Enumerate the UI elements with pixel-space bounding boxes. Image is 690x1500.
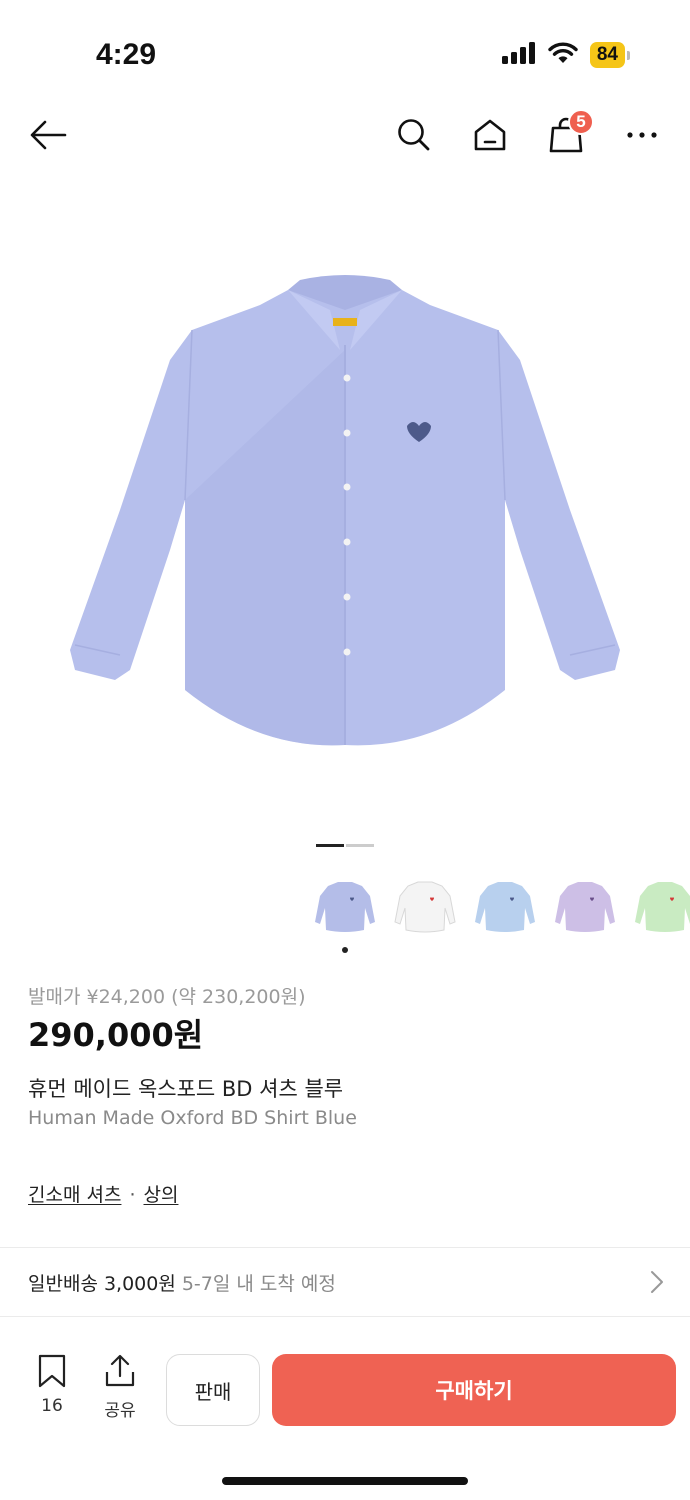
share-icon xyxy=(103,1354,137,1392)
product-price: 290,000원 xyxy=(28,1016,204,1054)
carousel-indicator-active xyxy=(316,844,344,847)
back-arrow-icon[interactable] xyxy=(24,111,72,159)
product-title-english: Human Made Oxford BD Shirt Blue xyxy=(28,1107,357,1129)
wifi-icon xyxy=(548,42,578,68)
bookmark-button[interactable]: 16 xyxy=(26,1354,78,1416)
buy-button[interactable]: 구매하기 xyxy=(272,1354,676,1426)
bottom-action-bar: 16 공유 판매 구매하기 xyxy=(0,1336,690,1446)
home-icon[interactable] xyxy=(466,111,514,159)
share-button[interactable]: 공유 xyxy=(94,1354,146,1421)
release-price: 발매가 ¥24,200 (약 230,200원) xyxy=(28,986,306,1008)
category-link-long-sleeve-shirts[interactable]: 긴소매 셔츠 xyxy=(28,1184,121,1206)
shopping-bag-icon[interactable]: 5 xyxy=(542,109,594,159)
thumbnail-selected-dot xyxy=(342,947,348,953)
shipping-row[interactable]: 일반배송 3,000원 5-7일 내 도착 예정 xyxy=(0,1248,690,1316)
signal-icon xyxy=(501,42,536,68)
carousel-indicator xyxy=(316,844,374,847)
shipping-method: 일반배송 3,000원 xyxy=(28,1272,176,1295)
home-indicator xyxy=(222,1477,468,1485)
product-image[interactable] xyxy=(60,250,630,760)
bookmark-icon xyxy=(36,1354,68,1392)
battery-level: 84 xyxy=(589,42,625,68)
carousel-indicator-inactive xyxy=(346,844,374,847)
nav-bar: 5 xyxy=(0,105,690,165)
share-label: 공유 xyxy=(104,1401,136,1421)
status-time: 4:29 xyxy=(96,38,157,71)
battery-icon: 84 xyxy=(589,42,630,68)
status-icons: 84 xyxy=(501,42,630,68)
thumb-mint[interactable] xyxy=(632,875,690,937)
thumb-light-blue[interactable] xyxy=(472,875,538,937)
category-breadcrumb: 긴소매 셔츠 · 상의 xyxy=(28,1180,178,1207)
thumb-white[interactable] xyxy=(392,875,458,937)
divider xyxy=(0,1316,690,1317)
color-thumbnails xyxy=(312,875,690,937)
more-icon[interactable] xyxy=(618,111,666,159)
category-link-tops[interactable]: 상의 xyxy=(144,1184,179,1206)
thumb-blue[interactable] xyxy=(312,875,378,937)
bookmark-count: 16 xyxy=(41,1396,63,1416)
status-bar: 4:29 84 xyxy=(0,0,690,110)
thumb-lavender[interactable] xyxy=(552,875,618,937)
chevron-right-icon xyxy=(650,1270,664,1298)
category-separator: · xyxy=(129,1184,136,1206)
sell-button[interactable]: 판매 xyxy=(166,1354,260,1426)
cart-count-badge: 5 xyxy=(568,109,594,135)
product-title-korean: 휴먼 메이드 옥스포드 BD 셔츠 블루 xyxy=(28,1077,344,1101)
shipping-eta: 5-7일 내 도착 예정 xyxy=(181,1272,336,1295)
search-icon[interactable] xyxy=(390,111,438,159)
